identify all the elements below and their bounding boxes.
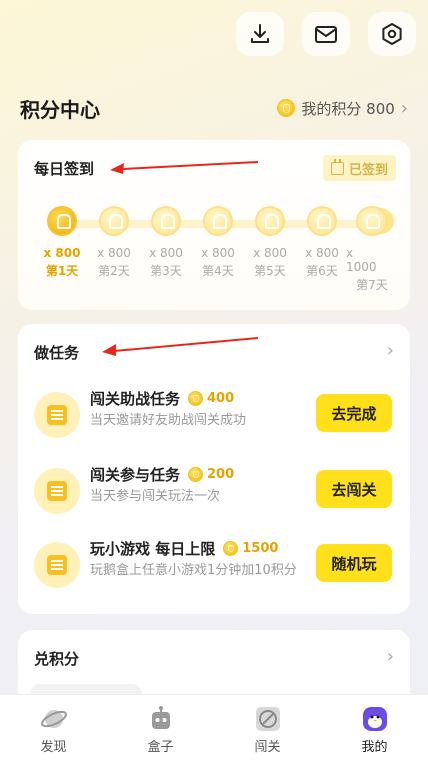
task-doc-icon: [34, 468, 80, 514]
coin-icon: [188, 391, 204, 406]
day-amount: x 800: [253, 246, 287, 260]
task-action-button[interactable]: 去闯关: [316, 470, 392, 508]
medal-icon: [203, 206, 233, 236]
medal-icon: [255, 206, 285, 236]
day-amount: x 800: [305, 246, 339, 260]
settings-button[interactable]: [368, 12, 416, 56]
task-name: 闯关参与任务 200: [90, 464, 234, 485]
reward-value: 200: [207, 467, 235, 482]
task-reward: 1500: [223, 541, 278, 556]
task-doc-icon: [34, 392, 80, 438]
nav-item-discover[interactable]: 发现: [0, 695, 107, 761]
planet-icon: [40, 705, 68, 733]
medal-icon: [99, 206, 129, 236]
reward-value: 1500: [242, 541, 279, 556]
checkin-day-1: x 800 第1天: [36, 206, 88, 279]
medal-icon: [151, 206, 181, 236]
task-item: 闯关助战任务 400 当天邀请好友助战闯关成功 去完成: [18, 386, 410, 450]
calendar-icon: [330, 158, 344, 175]
nav-label: 盒子: [147, 740, 174, 755]
medal-stack-icon: [356, 206, 388, 236]
checkin-day-5: x 800 第5天: [244, 206, 296, 279]
checkin-day-2: x 800 第2天: [88, 206, 140, 279]
nav-label: 我的: [361, 740, 388, 755]
download-button[interactable]: [236, 12, 284, 56]
day-amount: x 800: [97, 246, 131, 260]
mail-icon: [315, 26, 337, 43]
checkin-day-6: x 800 第6天: [296, 206, 348, 279]
coin-icon: [277, 99, 296, 117]
day-label: 第2天: [98, 264, 130, 278]
day-label: 第5天: [254, 264, 286, 278]
tasks-title: 做任务: [34, 344, 80, 362]
annotation-arrow: [102, 337, 259, 356]
day-label: 第4天: [202, 264, 234, 278]
day-amount: x 800: [201, 246, 235, 260]
day-label: 第1天: [45, 264, 79, 278]
penguin-icon: [361, 705, 389, 733]
nav-item-box[interactable]: 盒子: [107, 695, 214, 761]
checkin-title: 每日签到: [34, 160, 95, 178]
task-name-text: 闯关助战任务: [90, 390, 181, 408]
page-title: 积分中心: [20, 97, 100, 122]
coin-icon: [223, 541, 239, 556]
page-header: 积分中心 我的积分 800 ›: [20, 94, 408, 122]
coin-icon: [188, 467, 204, 482]
disc-icon: [254, 705, 282, 733]
annotation-arrow: [110, 161, 259, 174]
day-label: 第7天: [356, 278, 388, 292]
task-description: 玩鹅盒上任意小游戏1分钟加10积分: [90, 563, 297, 578]
day-label: 第3天: [150, 264, 182, 278]
checked-in-label: 已签到: [348, 162, 388, 178]
chevron-right-icon: ›: [400, 97, 408, 119]
task-name: 玩小游戏 每日上限 1500: [90, 538, 278, 559]
checkin-day-7: x 1000 第7天: [346, 206, 396, 293]
mail-button[interactable]: [302, 12, 350, 56]
task-item: 玩小游戏 每日上限 1500 玩鹅盒上任意小游戏1分钟加10积分 随机玩: [18, 536, 410, 600]
settings-icon: [382, 23, 402, 45]
tasks-card: 做任务 › 闯关助战任务 400 当天邀请好友助战闯关成功 去完成 闯关参与任务…: [18, 324, 410, 614]
nav-label: 闯关: [254, 740, 281, 755]
chevron-right-icon[interactable]: ›: [387, 340, 394, 361]
top-toolbar: [236, 12, 416, 56]
task-reward: 200: [188, 467, 234, 482]
nav-item-mine[interactable]: 我的: [321, 695, 428, 761]
checked-in-badge: 已签到: [322, 155, 396, 181]
day-amount: x 1000: [346, 246, 377, 274]
task-reward: 400: [188, 391, 234, 406]
day-amount: x 800: [43, 246, 81, 260]
task-name: 闯关助战任务 400: [90, 388, 234, 409]
medal-icon: [307, 206, 337, 236]
my-points-label: 我的积分 800: [301, 99, 395, 118]
my-points-link[interactable]: 我的积分 800 ›: [277, 98, 408, 119]
task-action-button[interactable]: 随机玩: [316, 544, 392, 582]
download-icon: [251, 24, 269, 43]
task-name-text: 闯关参与任务: [90, 466, 181, 484]
reward-value: 400: [207, 391, 235, 406]
checkin-day-4: x 800 第4天: [192, 206, 244, 279]
task-description: 当天邀请好友助战闯关成功: [90, 413, 247, 428]
bottom-nav: 发现 盒子 闯关 我的: [0, 694, 428, 761]
nav-label: 发现: [40, 740, 67, 755]
day-amount: x 800: [149, 246, 183, 260]
task-action-button[interactable]: 去完成: [316, 394, 392, 432]
task-doc-icon: [34, 542, 80, 588]
checkin-day-3: x 800 第3天: [140, 206, 192, 279]
task-description: 当天参与闯关玩法一次: [90, 489, 221, 504]
nav-item-challenge[interactable]: 闯关: [214, 695, 321, 761]
chevron-right-icon[interactable]: ›: [387, 646, 394, 667]
task-item: 闯关参与任务 200 当天参与闯关玩法一次 去闯关: [18, 462, 410, 526]
task-name-text: 玩小游戏 每日上限: [90, 540, 216, 558]
redeem-title: 兑积分: [34, 650, 80, 668]
medal-icon: [47, 206, 77, 236]
robot-icon: [147, 705, 175, 733]
day-label: 第6天: [306, 264, 338, 278]
